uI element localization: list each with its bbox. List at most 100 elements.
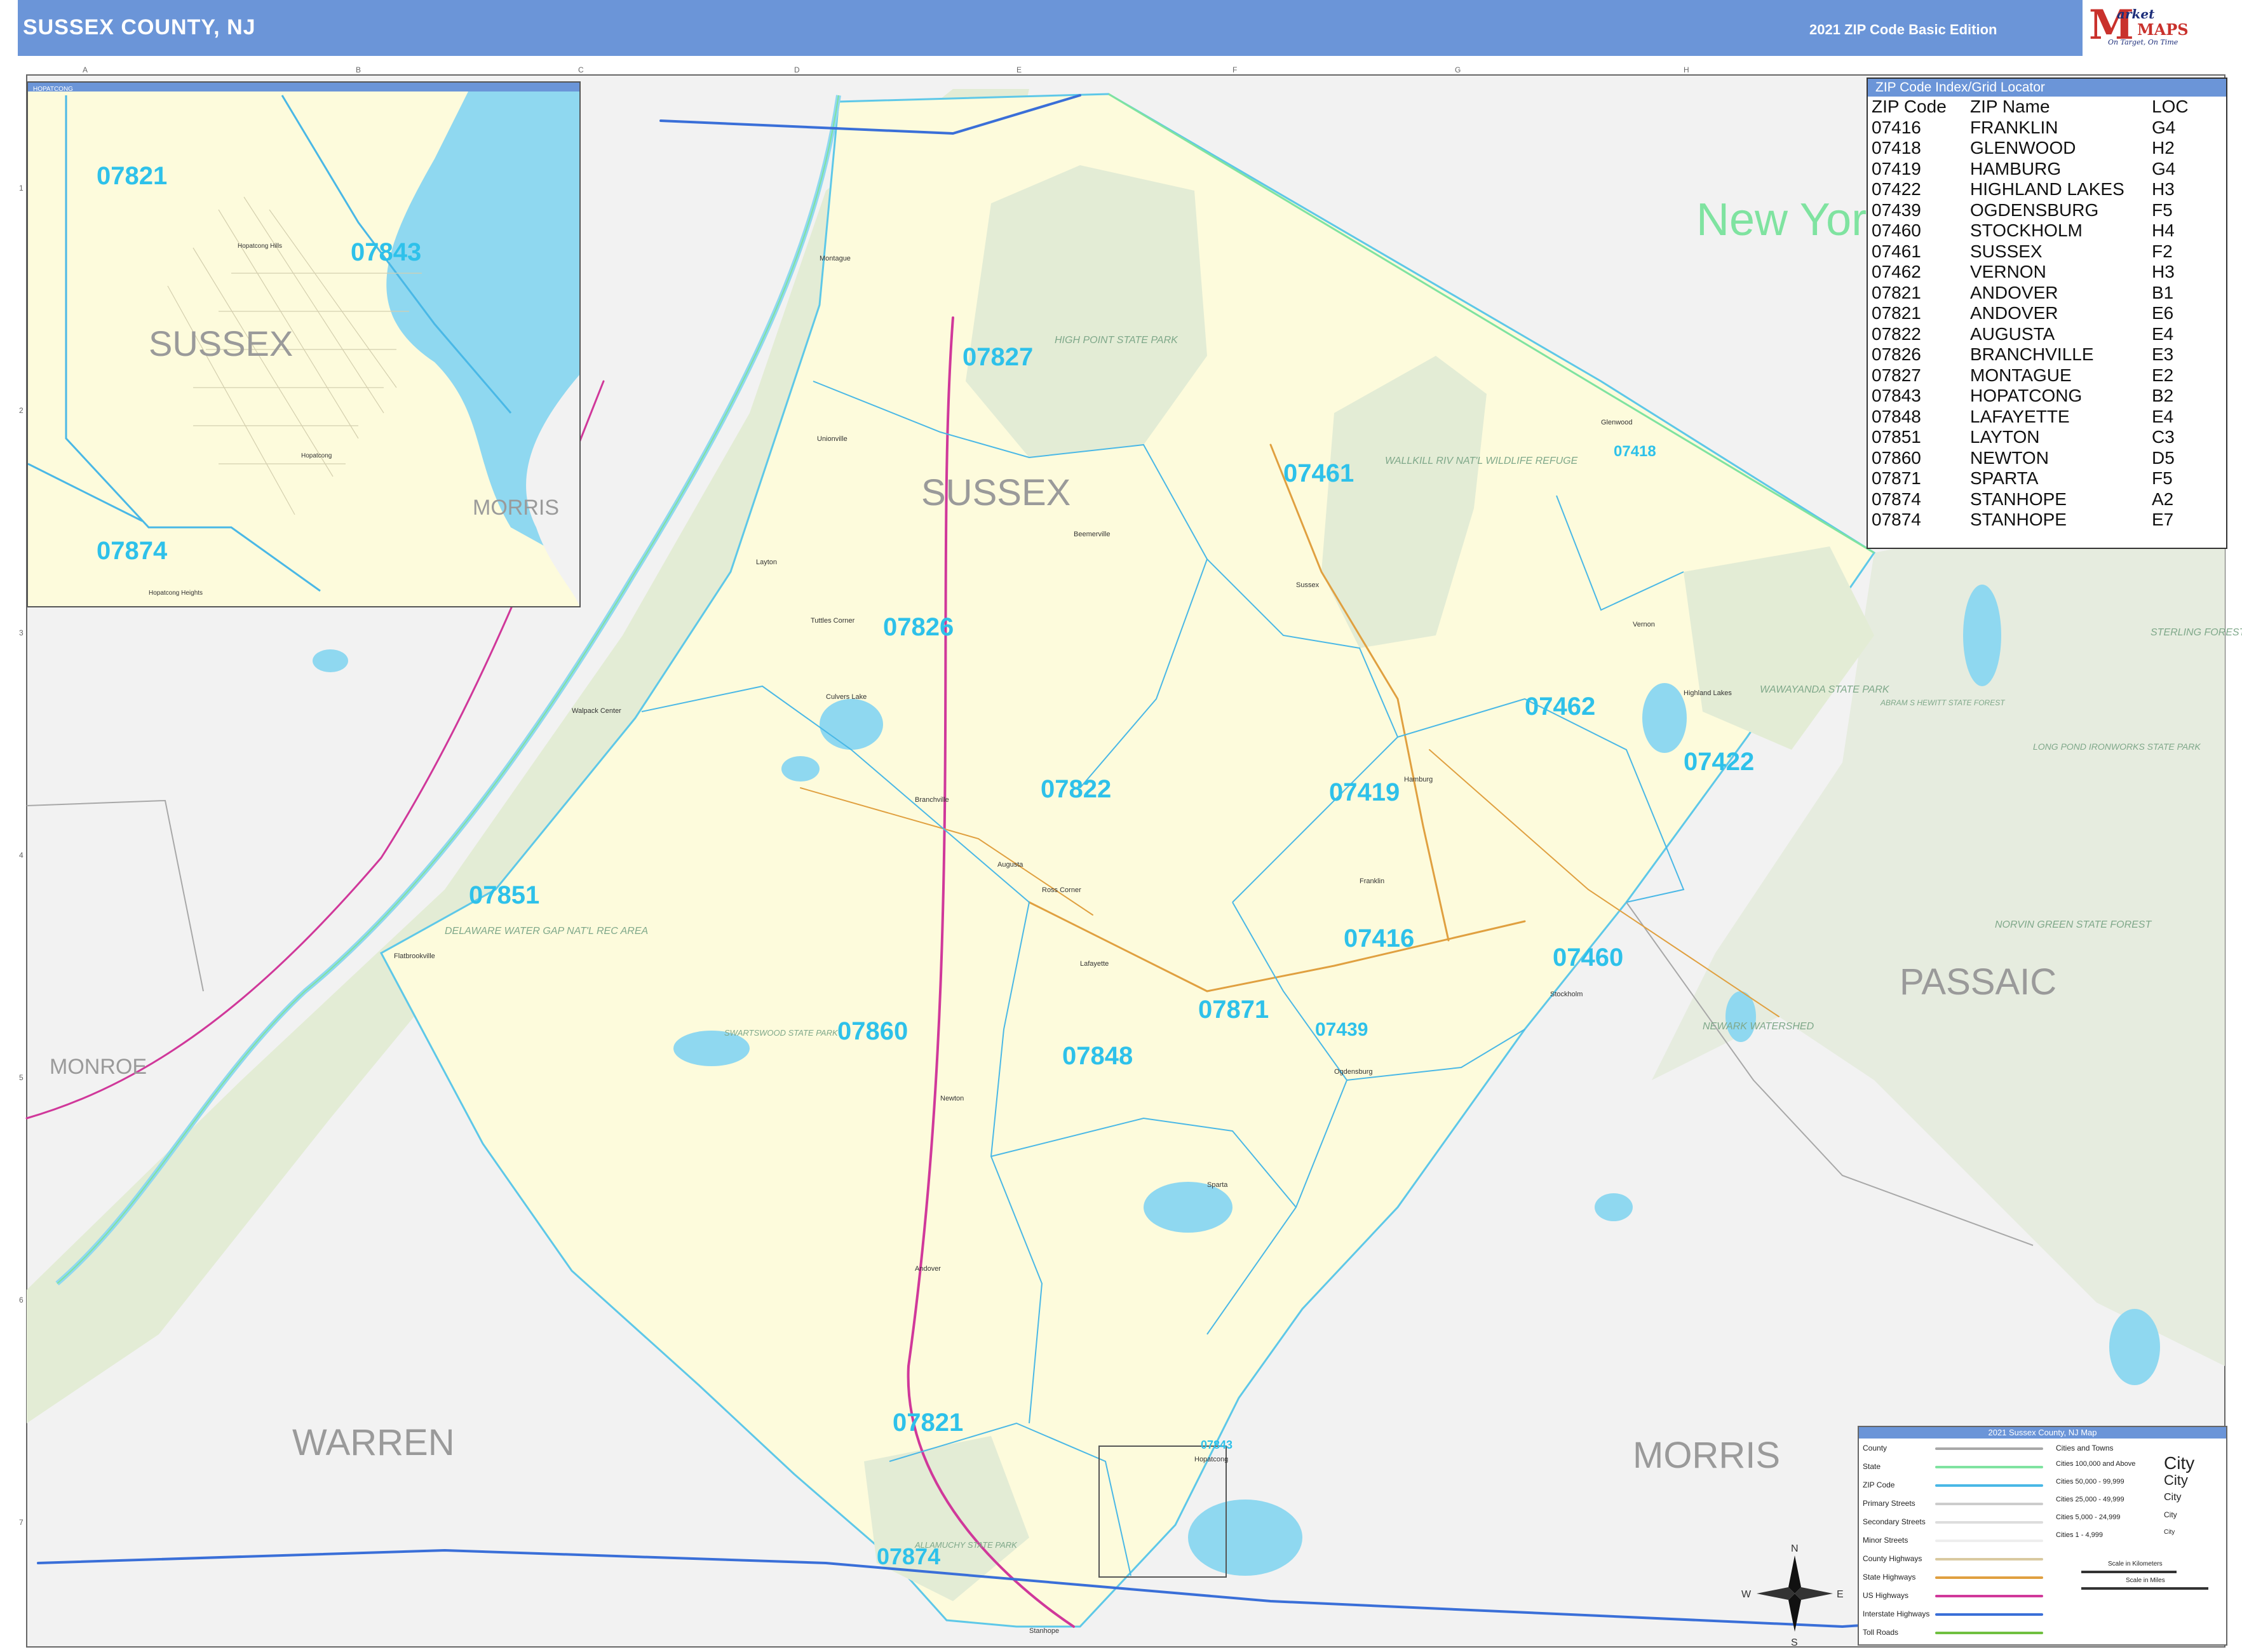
zip-label-07871: 07871 xyxy=(1198,996,1269,1024)
lake xyxy=(2109,1309,2160,1385)
legend-item-swatch xyxy=(1935,1466,2043,1468)
zip-index-name: MONTAGUE xyxy=(1970,365,2072,385)
zip-index-row: 07843 HOPATCONG B2 xyxy=(1872,386,2226,407)
inset-zip-label-07843: 07843 xyxy=(351,238,421,266)
zip-index-loc: H3 xyxy=(2152,179,2175,199)
zip-label-07439: 07439 xyxy=(1315,1019,1368,1040)
zip-index-row: 07418 GLENWOOD H2 xyxy=(1872,138,2226,159)
grid-col-f: F xyxy=(1232,65,1237,74)
zip-index-row: 07826 BRANCHVILLE E3 xyxy=(1872,344,2226,365)
legend-item-label: State xyxy=(1863,1462,1881,1471)
legend-city-sample: City xyxy=(2164,1491,2182,1503)
legend-item-label: State Highways xyxy=(1863,1573,1916,1581)
zip-index-loc: E4 xyxy=(2152,323,2174,344)
legend-city-sample: City xyxy=(2164,1472,2188,1489)
legend-city-sample: City xyxy=(2164,1510,2177,1520)
legend-item-swatch xyxy=(1935,1484,2043,1487)
zip-index-zip: 07822 xyxy=(1872,323,1921,344)
compass-s: S xyxy=(1791,1637,1798,1648)
grid-row-2: 2 xyxy=(19,406,24,415)
legend-city-label: Cities 1 - 4,999 xyxy=(2056,1531,2103,1539)
place-newton: Newton xyxy=(940,1095,964,1102)
legend-city-label: Cities 5,000 - 24,999 xyxy=(2056,1513,2121,1521)
zip-index-name: VERNON xyxy=(1970,262,2046,281)
park-label-swartswood: SWARTSWOOD STATE PARK xyxy=(724,1028,839,1038)
place-beemerville: Beemerville xyxy=(1074,531,1110,538)
county-label-morris: MORRIS xyxy=(1633,1435,1780,1476)
zip-index-row: 07874 STANHOPE A2 xyxy=(1872,489,2226,510)
compass-w: W xyxy=(1741,1589,1752,1600)
zip-index-name: SPARTA xyxy=(1970,468,2039,488)
place-sparta: Sparta xyxy=(1207,1181,1228,1189)
place-hamburg: Hamburg xyxy=(1404,776,1433,783)
legend-city-label: Cities 50,000 - 99,999 xyxy=(2056,1478,2124,1486)
lake-mohawk xyxy=(1144,1182,1232,1233)
compass-n: N xyxy=(1791,1543,1799,1554)
park-label-norvin-green: NORVIN GREEN STATE FOREST xyxy=(1995,919,2152,930)
zip-label-07422: 07422 xyxy=(1684,748,1754,776)
place-culvers-lake: Culvers Lake xyxy=(826,693,867,701)
zip-index-loc: E2 xyxy=(2152,365,2174,385)
zip-index-panel: ZIP Code Index/Grid Locator ZIP Code ZIP… xyxy=(1867,78,2227,549)
grid-col-d: D xyxy=(794,65,800,74)
county-label-passaic: PASSAIC xyxy=(1900,961,2056,1003)
place-lafayette: Lafayette xyxy=(1080,960,1109,968)
zip-index-col-zip: ZIP Code xyxy=(1872,97,1947,116)
zip-index-name: STOCKHOLM xyxy=(1970,220,2083,240)
zip-index-loc: A2 xyxy=(2152,489,2174,509)
park-label-wawayanda: WAWAYANDA STATE PARK xyxy=(1760,684,1890,695)
zip-index-loc: E4 xyxy=(2152,406,2174,426)
county-label-sussex: SUSSEX xyxy=(921,472,1070,513)
park-label-wallkill: WALLKILL RIV NAT'L WILDLIFE REFUGE xyxy=(1385,456,1578,466)
place-branchville: Branchville xyxy=(915,796,949,804)
zip-index-loc: B1 xyxy=(2152,282,2174,302)
zip-index-zip: 07874 xyxy=(1872,489,1921,509)
zip-index-loc: F5 xyxy=(2152,468,2173,488)
place-flatbrookville: Flatbrookville xyxy=(394,952,435,960)
zip-label-07821: 07821 xyxy=(893,1409,963,1437)
zip-index-zip: 07462 xyxy=(1872,262,1921,281)
zip-index-name: FRANKLIN xyxy=(1970,117,2058,137)
place-layton: Layton xyxy=(756,559,777,566)
grid-row-6: 6 xyxy=(19,1296,24,1304)
compass-e: E xyxy=(1837,1589,1844,1600)
grid-row-7: 7 xyxy=(19,1518,24,1527)
zip-index-zip: 07461 xyxy=(1872,241,1921,261)
zip-index-name: AUGUSTA xyxy=(1970,323,2055,344)
zip-index-row: 07439 OGDENSBURG F5 xyxy=(1872,200,2226,221)
zip-index-col-name: ZIP Name xyxy=(1970,97,2050,116)
zip-index-zip: 07422 xyxy=(1872,179,1921,199)
park-label-newark-watershed: NEWARK WATERSHED xyxy=(1703,1021,1814,1032)
zip-label-07416: 07416 xyxy=(1344,924,1414,952)
place-stanhope: Stanhope xyxy=(1029,1627,1059,1635)
zip-index-loc: G4 xyxy=(2152,158,2176,179)
legend-item-swatch xyxy=(1935,1595,2043,1597)
inset-zip-label-07821: 07821 xyxy=(97,162,167,190)
place-unionville: Unionville xyxy=(817,435,848,443)
zip-index-row: 07461 SUSSEX F2 xyxy=(1872,241,2226,262)
inset-county-label-sussex: SUSSEX xyxy=(149,323,293,363)
zip-index-name: ANDOVER xyxy=(1970,282,2058,302)
inset-map-hopatcong[interactable]: 07821 07843 07874 SUSSEX MORRIS Hopatcon… xyxy=(27,81,581,607)
zip-index-row: 07821 ANDOVER B1 xyxy=(1872,283,2226,304)
lake-highland xyxy=(1642,683,1687,753)
place-glenwood: Glenwood xyxy=(1601,419,1633,426)
legend-item-swatch xyxy=(1935,1540,2043,1542)
legend-item-label: ZIP Code xyxy=(1863,1480,1895,1489)
park-label-abram-hewitt: ABRAM S HEWITT STATE FOREST xyxy=(1880,698,2006,707)
zip-label-07418: 07418 xyxy=(1614,443,1656,460)
zip-index-row: 07874 STANHOPE E7 xyxy=(1872,510,2226,531)
place-highland-lakes: Highland Lakes xyxy=(1684,689,1732,697)
legend-scale-km-bar xyxy=(2081,1571,2177,1573)
grid-col-g: G xyxy=(1455,65,1461,74)
zip-index-loc: B2 xyxy=(2152,386,2174,405)
legend-item-label: Toll Roads xyxy=(1863,1628,1899,1637)
place-walpack-center: Walpack Center xyxy=(572,707,621,715)
grid-col-e: E xyxy=(1016,65,1022,74)
grid-row-1: 1 xyxy=(19,184,24,193)
zip-label-07419: 07419 xyxy=(1329,778,1400,806)
county-label-monroe: MONROE xyxy=(50,1055,147,1079)
zip-index-row: 07821 ANDOVER E6 xyxy=(1872,303,2226,324)
zip-index-loc: E7 xyxy=(2152,510,2174,529)
map-legend: 2021 Sussex County, NJ Map County State ZI… xyxy=(1858,1426,2227,1646)
